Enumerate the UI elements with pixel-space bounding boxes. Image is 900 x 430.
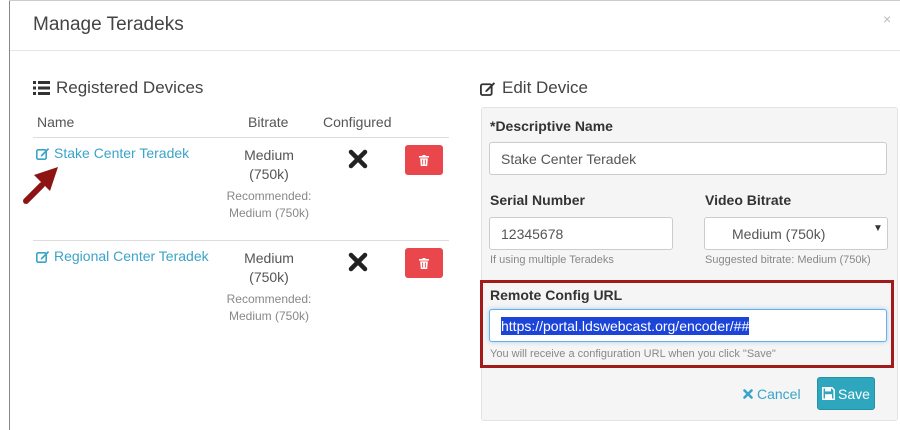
cancel-label: Cancel <box>757 386 801 402</box>
remote-config-url-value: https://portal.ldswebcast.org/encoder/## <box>501 316 750 335</box>
device-bitrate: Medium (750k) <box>214 249 324 287</box>
column-header-bitrate: Bitrate <box>248 114 289 130</box>
dialog-top-border <box>9 0 900 1</box>
serial-number-help: If using multiple Teradeks <box>490 254 614 266</box>
floppy-disk-icon <box>822 387 835 400</box>
video-bitrate-label: Video Bitrate <box>705 192 792 208</box>
device-name: Regional Center Teradek <box>54 248 209 264</box>
device-link-stake-center[interactable]: Stake Center Teradek <box>36 145 189 161</box>
bitrate-line1: Medium <box>244 147 294 163</box>
edit-icon <box>480 81 496 96</box>
registered-devices-heading: Registered Devices <box>33 78 203 98</box>
device-link-regional-center[interactable]: Regional Center Teradek <box>36 248 209 264</box>
table-header-divider <box>33 137 449 138</box>
remote-config-url-input[interactable]: https://portal.ldswebcast.org/encoder/## <box>489 309 887 342</box>
dialog-left-border <box>9 0 10 430</box>
remote-config-url-help: You will receive a configuration URL whe… <box>490 348 776 360</box>
delete-device-button[interactable] <box>405 145 443 175</box>
list-icon <box>33 81 50 95</box>
save-label: Save <box>838 385 870 402</box>
recommended-value: Medium (750k) <box>228 309 310 323</box>
serial-number-label: Serial Number <box>490 192 585 208</box>
column-header-name: Name <box>37 114 75 130</box>
trash-icon <box>419 257 429 269</box>
recommended-label: Recommended: <box>226 189 312 203</box>
save-button[interactable]: Save <box>817 377 875 410</box>
descriptive-name-input[interactable]: Stake Center Teradek <box>489 142 887 175</box>
not-configured-x-icon <box>348 252 368 277</box>
device-name: Stake Center Teradek <box>54 145 190 161</box>
edit-device-heading: Edit Device <box>480 78 588 98</box>
serial-number-value: 12345678 <box>501 225 564 242</box>
bitrate-line2: (750k) <box>249 269 289 285</box>
video-bitrate-help: Suggested bitrate: Medium (750k) <box>705 254 871 266</box>
dialog-title: Manage Teradeks <box>33 14 184 35</box>
pointer-arrow-icon <box>22 163 62 210</box>
cancel-button[interactable]: Cancel <box>743 386 801 402</box>
video-bitrate-value: Medium (750k) <box>732 225 826 242</box>
remote-config-url-label: Remote Config URL <box>490 287 623 303</box>
delete-device-button[interactable] <box>405 248 443 278</box>
recommended-label: Recommended: <box>226 292 312 306</box>
device-bitrate: Medium (750k) <box>214 146 324 184</box>
bitrate-line1: Medium <box>244 250 294 266</box>
table-row-divider <box>33 240 449 241</box>
close-icon <box>743 389 753 399</box>
edit-icon <box>36 147 50 160</box>
descriptive-name-value: Stake Center Teradek <box>501 150 637 167</box>
column-header-configured: Configured <box>323 114 392 130</box>
video-bitrate-select[interactable]: Medium (750k) <box>704 217 888 250</box>
recommended-bitrate: Recommended: Medium (750k) <box>214 291 324 325</box>
close-icon[interactable]: × <box>883 11 891 27</box>
not-configured-x-icon <box>348 149 368 174</box>
dropdown-caret-icon: ▼ <box>873 223 883 234</box>
header-divider <box>10 50 900 51</box>
serial-number-input[interactable]: 12345678 <box>489 217 673 250</box>
edit-icon <box>36 250 50 263</box>
registered-devices-title: Registered Devices <box>56 78 204 97</box>
edit-device-title: Edit Device <box>502 78 588 97</box>
trash-icon <box>419 154 429 166</box>
recommended-bitrate: Recommended: Medium (750k) <box>214 188 324 222</box>
bitrate-line2: (750k) <box>249 166 289 182</box>
descriptive-name-label: *Descriptive Name <box>490 118 613 134</box>
recommended-value: Medium (750k) <box>228 206 310 220</box>
